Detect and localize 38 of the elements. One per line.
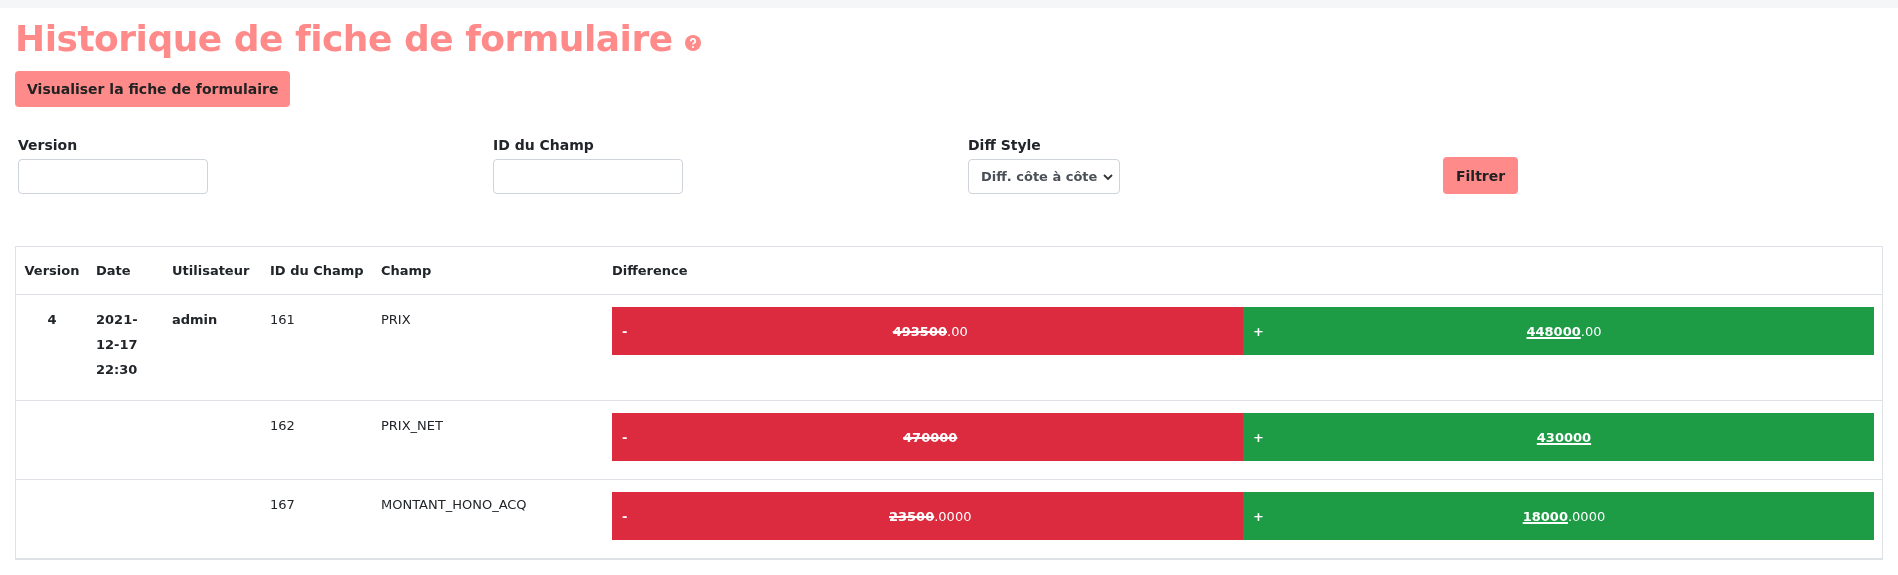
sign-marker: +: [1253, 507, 1264, 526]
help-icon[interactable]: [684, 34, 701, 51]
sign-marker: -: [622, 507, 628, 526]
diff-value: 430000: [1536, 428, 1592, 447]
column-header: Champ: [381, 263, 432, 278]
sign-marker: -: [622, 428, 628, 447]
table-cell: MONTANT_HONO_ACQ: [381, 497, 527, 512]
diff-value: 23500.0000: [888, 507, 972, 526]
input-field[interactable]: [18, 159, 208, 194]
dropdown[interactable]: Diff. côte à côte: [968, 159, 1120, 194]
sign-marker: +: [1253, 428, 1264, 447]
sign-marker: +: [1253, 322, 1264, 341]
column-header: ID du Champ: [270, 263, 364, 278]
diff-value: 493500.00: [892, 322, 968, 341]
table-cell: 167: [270, 497, 295, 512]
page-title: Historique de fiche de formulaire: [15, 18, 673, 59]
table-cell: PRIX: [381, 312, 411, 327]
field-label: Version: [18, 137, 79, 153]
column-header: Difference: [612, 263, 688, 278]
table-cell: PRIX_NET: [381, 418, 443, 433]
input-field[interactable]: [493, 159, 683, 194]
table-cell: 2021-12-17 22:30: [96, 312, 138, 377]
table-cell: 161: [270, 312, 295, 327]
table-cell: admin: [172, 312, 218, 327]
sign-marker: -: [622, 322, 628, 341]
diff-value: 470000: [903, 428, 958, 447]
column-header: Date: [96, 263, 131, 278]
column-header: Version: [24, 263, 80, 278]
view-form-button[interactable]: Visualiser la fiche de formulaire: [15, 71, 291, 107]
filter-button[interactable]: Filtrer: [1443, 157, 1519, 194]
table-cell: 162: [270, 418, 295, 433]
field-label: ID du Champ: [493, 137, 595, 153]
table-cell: 4: [47, 312, 57, 327]
column-header: Utilisateur: [172, 263, 250, 278]
field-label: Diff Style: [968, 137, 1042, 153]
diff-value: 448000.00: [1526, 322, 1602, 341]
chevron-icon: [1103, 171, 1113, 182]
diff-value: 18000.0000: [1522, 507, 1606, 526]
